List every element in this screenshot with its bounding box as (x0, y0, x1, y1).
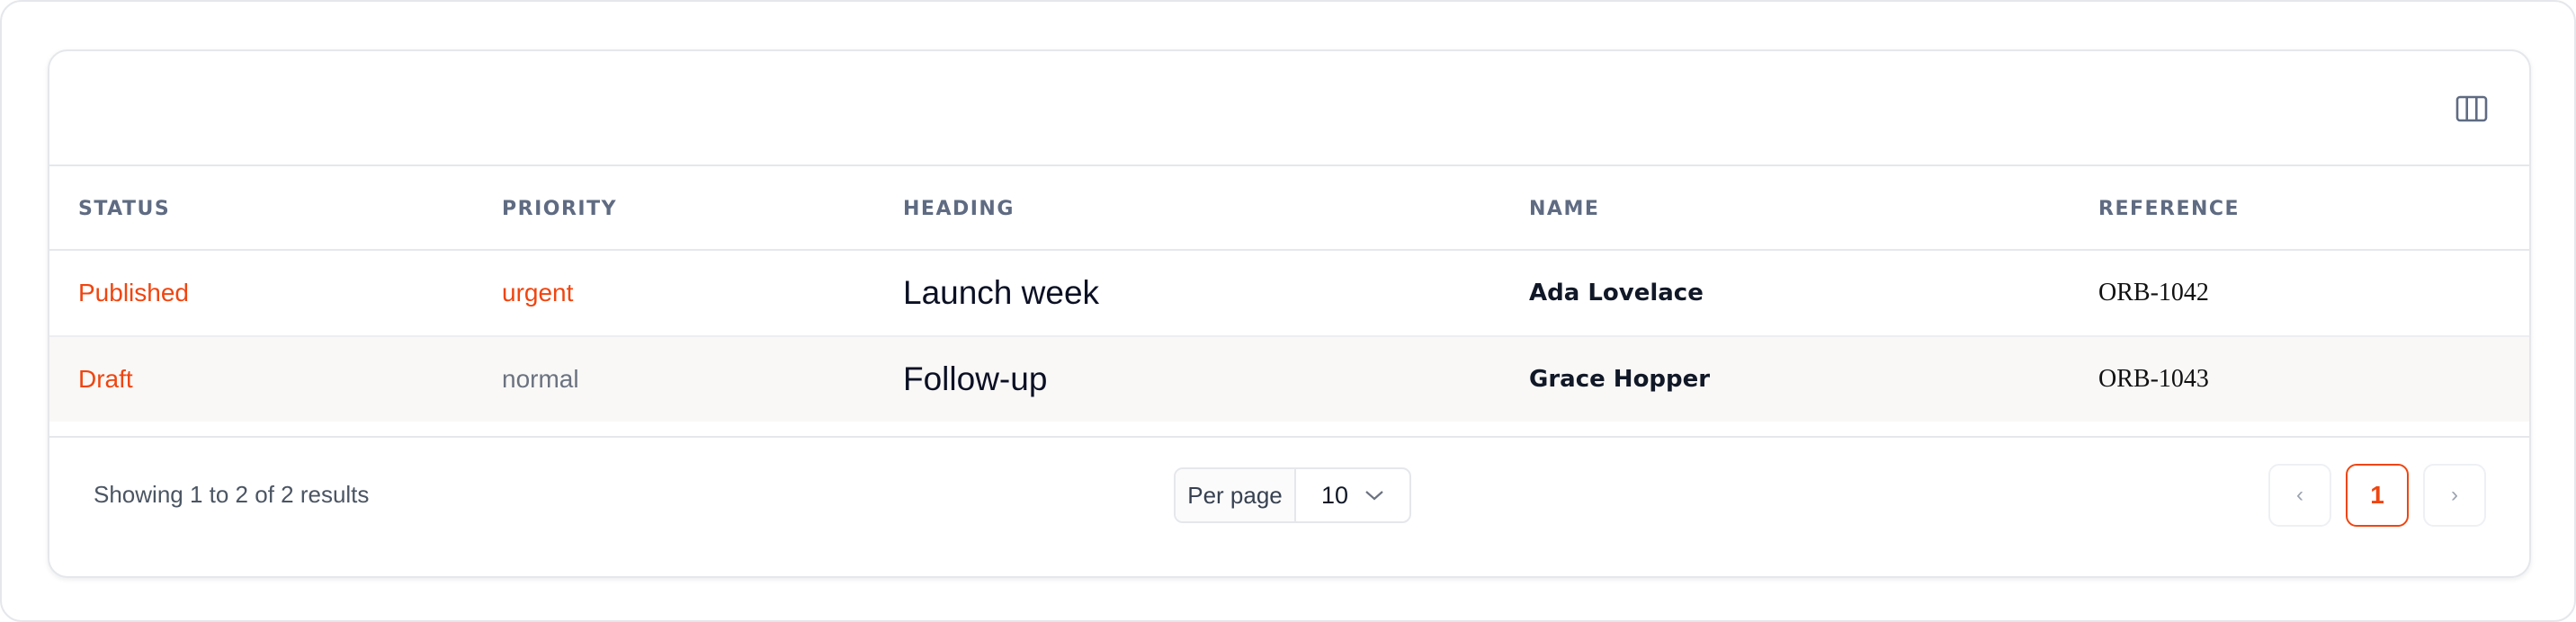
page-frame: STATUS PRIORITY HEADING NAME REFERENCE P… (0, 0, 2576, 622)
priority-cell: urgent (502, 279, 574, 307)
per-page-select[interactable]: 10 (1296, 469, 1409, 521)
table-card: STATUS PRIORITY HEADING NAME REFERENCE P… (48, 49, 2531, 578)
per-page-label: Per page (1176, 469, 1296, 521)
per-page-control: Per page 10 (1174, 467, 1411, 523)
previous-page-button[interactable]: ‹ (2268, 464, 2331, 527)
per-page-value: 10 (1320, 481, 1349, 509)
table-row[interactable]: Published urgent Launch week Ada Lovelac… (49, 251, 2529, 337)
status-cell: Draft (78, 365, 133, 393)
column-header-priority[interactable]: PRIORITY (502, 166, 617, 251)
table-toolbar (49, 51, 2529, 166)
column-header-status[interactable]: STATUS (78, 166, 170, 251)
next-page-button[interactable]: › (2423, 464, 2486, 527)
table-header: STATUS PRIORITY HEADING NAME REFERENCE (49, 166, 2529, 251)
column-header-heading[interactable]: HEADING (903, 166, 1015, 251)
heading-cell: Launch week (903, 274, 1100, 311)
status-cell: Published (78, 279, 189, 307)
pagination: ‹ 1 › (2268, 464, 2486, 527)
reference-cell: ORB-1042 (2098, 279, 2209, 307)
page-1-button[interactable]: 1 (2346, 464, 2409, 527)
name-cell: Ada Lovelace (1529, 280, 1704, 307)
column-header-reference[interactable]: REFERENCE (2098, 166, 2240, 251)
heading-cell: Follow-up (903, 360, 1048, 397)
columns-icon (2455, 95, 2488, 122)
table-footer: Showing 1 to 2 of 2 results Per page 10 … (49, 436, 2529, 576)
reference-cell: ORB-1043 (2098, 365, 2209, 393)
priority-cell: normal (502, 365, 579, 393)
column-header-name[interactable]: NAME (1529, 166, 1599, 251)
results-summary: Showing 1 to 2 of 2 results (94, 480, 370, 508)
table-row[interactable]: Draft normal Follow-up Grace Hopper ORB-… (49, 337, 2529, 422)
column-toggle-button[interactable] (2454, 91, 2490, 127)
name-cell: Grace Hopper (1529, 366, 1711, 393)
chevron-down-icon (1365, 491, 1383, 501)
